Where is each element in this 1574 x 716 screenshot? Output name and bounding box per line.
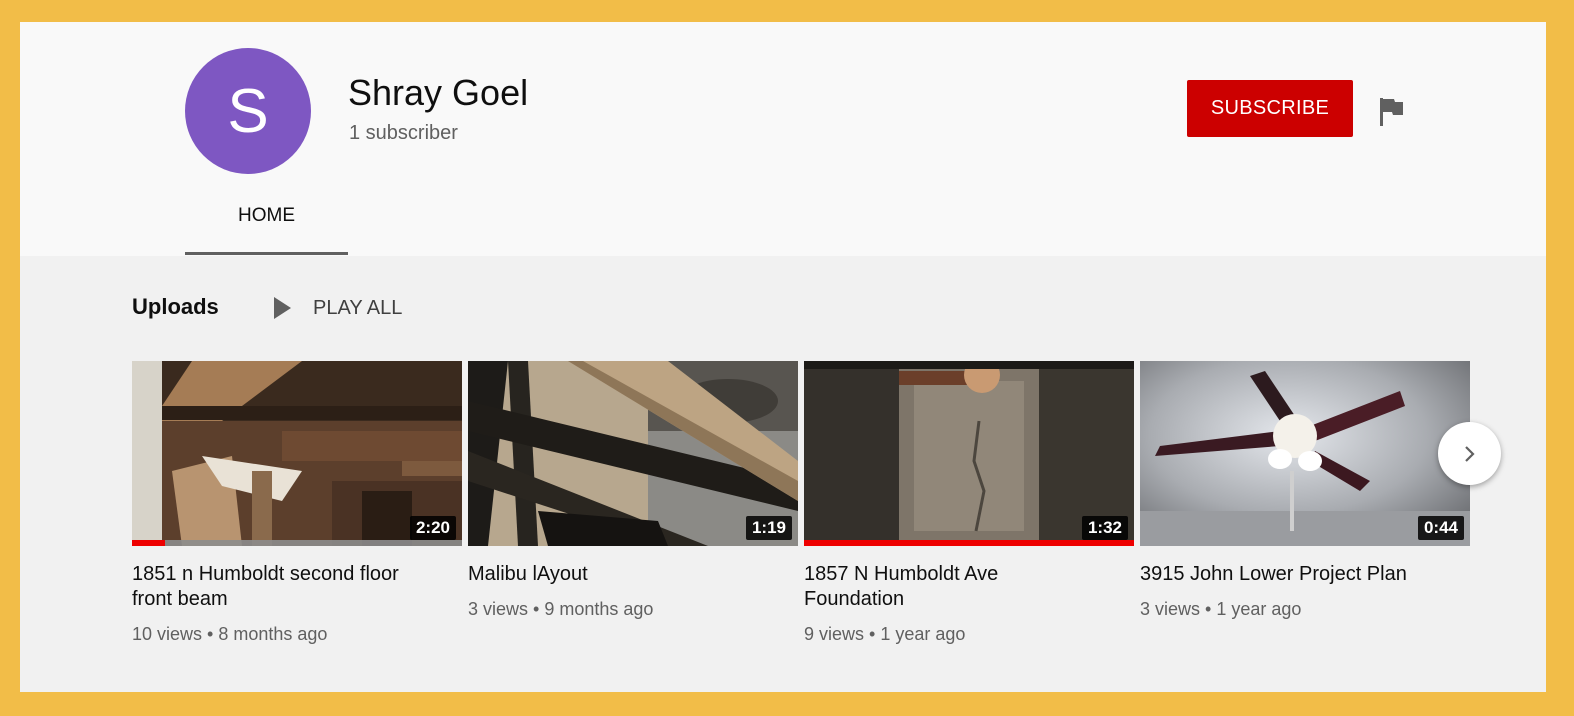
watch-progress	[804, 540, 1134, 546]
subscriber-count: 1 subscriber	[349, 122, 458, 144]
play-icon	[274, 297, 291, 319]
chevron-right-icon	[1464, 445, 1475, 462]
video-meta: 3 views • 9 months ago	[468, 599, 654, 619]
video-title[interactable]: Malibu lAyout	[468, 562, 758, 587]
video-title[interactable]: 1851 n Humboldt second floor front beam	[132, 562, 422, 612]
flag-icon[interactable]	[1380, 98, 1404, 126]
video-meta: 10 views • 8 months ago	[132, 624, 328, 644]
video-duration: 0:44	[1417, 516, 1464, 540]
video-meta: 9 views • 1 year ago	[804, 624, 966, 644]
video-thumbnail[interactable]: 1:32	[804, 361, 1134, 546]
video-card[interactable]: 1:32 1857 N Humboldt Ave Foundation 9 vi…	[804, 361, 1134, 645]
play-all-button[interactable]: PLAY ALL	[274, 294, 402, 322]
video-card[interactable]: 1:19 Malibu lAyout 3 views • 9 months ag…	[468, 361, 798, 620]
video-card[interactable]: 0:44 3915 John Lower Project Plan 3 view…	[1140, 361, 1470, 620]
avatar[interactable]: S	[185, 48, 311, 174]
video-title[interactable]: 1857 N Humboldt Ave Foundation	[804, 562, 1094, 612]
tab-home[interactable]: HOME	[185, 192, 348, 255]
watch-progress	[132, 540, 462, 546]
subscribe-button[interactable]: SUBSCRIBE	[1187, 80, 1353, 137]
video-thumbnail[interactable]: 2:20	[132, 361, 462, 546]
play-all-label: PLAY ALL	[313, 296, 403, 319]
channel-header: S Shray Goel 1 subscriber SUBSCRIBE HOME	[20, 22, 1546, 256]
video-thumbnail[interactable]: 1:19	[468, 361, 798, 546]
channel-name: Shray Goel	[348, 72, 529, 113]
shelf-title: Uploads	[132, 294, 219, 319]
video-duration: 2:20	[409, 516, 456, 540]
next-button[interactable]	[1438, 422, 1501, 485]
video-meta: 3 views • 1 year ago	[1140, 599, 1302, 619]
channel-page: S Shray Goel 1 subscriber SUBSCRIBE HOME…	[20, 22, 1546, 692]
video-duration: 1:32	[1081, 516, 1128, 540]
video-duration: 1:19	[745, 516, 792, 540]
video-card[interactable]: 2:20 1851 n Humboldt second floor front …	[132, 361, 462, 645]
video-thumbnail[interactable]: 0:44	[1140, 361, 1470, 546]
video-title[interactable]: 3915 John Lower Project Plan	[1140, 562, 1430, 587]
